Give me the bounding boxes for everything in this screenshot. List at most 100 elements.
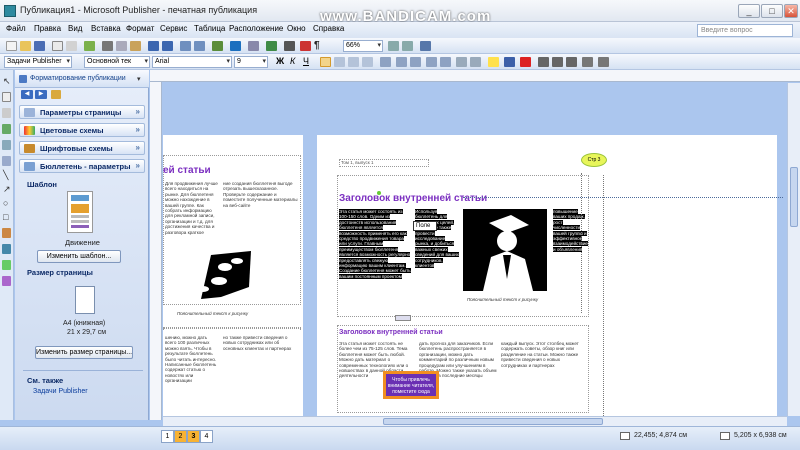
decrease-font-icon[interactable] [456, 57, 467, 67]
insert-hyperlink-icon[interactable] [212, 41, 223, 51]
rectangle-tool-icon[interactable]: □ [3, 212, 8, 222]
dash-style-icon[interactable] [552, 57, 563, 67]
publication-workspace[interactable]: ей статьи Для продвижения лучше всего на… [163, 83, 787, 416]
clipart-icon[interactable] [2, 156, 11, 166]
design-gallery-icon[interactable] [2, 276, 11, 286]
hyperlink-icon[interactable] [266, 41, 277, 51]
form-control-icon[interactable] [2, 260, 11, 270]
change-page-size-button[interactable]: Изменить размер страницы... [35, 346, 133, 359]
right-article-heading[interactable]: Заголовок внутренней статьи [339, 193, 487, 204]
menu-help[interactable]: Справка [313, 24, 344, 33]
left-text-column-3[interactable]: шению, можно дать всего 100 различных мо… [165, 335, 219, 405]
align-left-icon[interactable] [320, 57, 331, 67]
menu-view[interactable]: Вид [68, 24, 82, 33]
open-icon[interactable] [20, 41, 31, 51]
style-select[interactable]: Основной тек [84, 56, 150, 68]
horizontal-scrollbar[interactable] [163, 416, 787, 426]
horizontal-scroll-thumb[interactable] [383, 418, 603, 425]
help-search-input[interactable]: Введите вопрос [697, 24, 793, 37]
minimize-button[interactable]: _ [738, 4, 760, 18]
menu-edit[interactable]: Правка [34, 24, 61, 33]
line-style-icon[interactable] [538, 57, 549, 67]
underline-icon[interactable]: Ч [303, 56, 309, 66]
columns-icon[interactable] [248, 41, 259, 51]
line-tool-icon[interactable]: ╲ [3, 170, 8, 181]
italic-icon[interactable]: К [290, 56, 295, 66]
paste-icon[interactable] [130, 41, 141, 51]
change-template-button[interactable]: Изменить шаблон... [37, 250, 121, 263]
increase-indent-icon[interactable] [440, 57, 451, 67]
text-box-icon[interactable] [2, 92, 11, 102]
back-arrow-icon[interactable]: ◀ [21, 90, 33, 99]
section-newsletter-options[interactable]: Бюллетень - параметры » [19, 159, 145, 173]
font-size-select[interactable]: 9 [234, 56, 268, 68]
right-text-column-3[interactable]: повышение ваших продаж, рост численности… [553, 209, 589, 299]
pull-quote-box[interactable]: Чтобы привлечь внимание читателя, помест… [383, 371, 439, 399]
left-text-column-4[interactable]: но также привести сведения о новых сотру… [223, 335, 299, 375]
bring-front-icon[interactable] [180, 41, 191, 51]
oval-tool-icon[interactable]: ○ [3, 198, 8, 208]
picture-frame-icon[interactable] [2, 140, 11, 150]
table-frame-icon[interactable] [2, 108, 11, 118]
publisher-tasks-link[interactable]: Задачи Publisher [33, 388, 88, 395]
close-button[interactable]: ✕ [784, 4, 798, 18]
save-icon[interactable] [34, 41, 45, 51]
text-overflow-icon[interactable] [395, 315, 411, 321]
send-back-icon[interactable] [194, 41, 205, 51]
menu-format[interactable]: Формат [126, 24, 154, 33]
page-tab-3[interactable]: 3 [187, 430, 200, 443]
page-right[interactable]: Том 1, выпуск 1 Стр 3 Заголовок внутренн… [317, 135, 777, 416]
page-size-thumbnail[interactable] [75, 286, 95, 314]
line-spacing-icon[interactable] [380, 57, 391, 67]
zoom-out-icon[interactable] [388, 41, 399, 51]
zoom-in-icon[interactable] [402, 41, 413, 51]
page-tab-2[interactable]: 2 [174, 430, 187, 443]
page-left[interactable]: ей статьи Для продвижения лучше всего на… [163, 135, 303, 416]
spelling-icon[interactable] [84, 41, 95, 51]
new-icon[interactable] [6, 41, 17, 51]
menu-arrange[interactable]: Расположение [229, 24, 283, 33]
hotspot-icon[interactable] [2, 244, 11, 254]
bullets-icon[interactable] [410, 57, 421, 67]
menu-insert[interactable]: Вставка [91, 24, 121, 33]
pilcrow-icon[interactable]: ¶ [314, 40, 320, 51]
rotate-handle[interactable] [377, 191, 381, 195]
wordart-icon[interactable] [2, 124, 11, 134]
left-article-heading[interactable]: ей статьи [163, 165, 211, 176]
vertical-ruler[interactable] [150, 82, 162, 420]
section-page-options[interactable]: Параметры страницы » [19, 105, 145, 119]
horizontal-ruler[interactable] [150, 70, 800, 82]
bottom-article-heading[interactable]: Заголовок внутренней статьи [339, 329, 443, 336]
cut-icon[interactable] [102, 41, 113, 51]
justify-icon[interactable] [362, 57, 373, 67]
print-icon[interactable] [52, 41, 63, 51]
page-number-badge[interactable]: Стр 3 [581, 153, 607, 167]
arrow-style-icon[interactable] [566, 57, 577, 67]
font-color-icon[interactable] [520, 57, 531, 67]
bottom-text-column-3[interactable]: каждый выпуск. Этот столбец может содерж… [501, 341, 585, 397]
web-preview-icon[interactable] [284, 41, 295, 51]
help-icon[interactable] [420, 41, 431, 51]
home-icon[interactable] [51, 90, 61, 99]
left-picture-caption[interactable]: Пояснительный текст к рисунку [177, 311, 248, 316]
vertical-scroll-thumb[interactable] [790, 167, 798, 227]
menu-file[interactable]: Файл [6, 24, 26, 33]
fill-color-icon[interactable] [488, 57, 499, 67]
right-graduate-picture[interactable] [463, 209, 547, 291]
right-text-column-1[interactable]: Эта статья может состоять из 100-150 сло… [339, 209, 411, 313]
arrow-tool-icon[interactable]: ↗ [3, 184, 11, 195]
numbering-icon[interactable] [396, 57, 407, 67]
redo-icon[interactable] [162, 41, 173, 51]
page-tab-4[interactable]: 4 [200, 430, 213, 443]
zoom-select[interactable]: 66% [343, 40, 383, 52]
special-chars-icon[interactable] [300, 41, 311, 51]
align-right-icon[interactable] [348, 57, 359, 67]
tasks-button[interactable]: Задачи Publisher [4, 56, 72, 68]
increase-font-icon[interactable] [470, 57, 481, 67]
maximize-button[interactable]: □ [761, 4, 783, 18]
right-picture-caption[interactable]: Пояснительный текст к рисунку [467, 297, 538, 302]
undo-icon[interactable] [148, 41, 159, 51]
insert-table-icon[interactable] [230, 41, 241, 51]
page-tab-1[interactable]: 1 [161, 430, 174, 443]
left-footprints-picture[interactable] [181, 247, 257, 305]
